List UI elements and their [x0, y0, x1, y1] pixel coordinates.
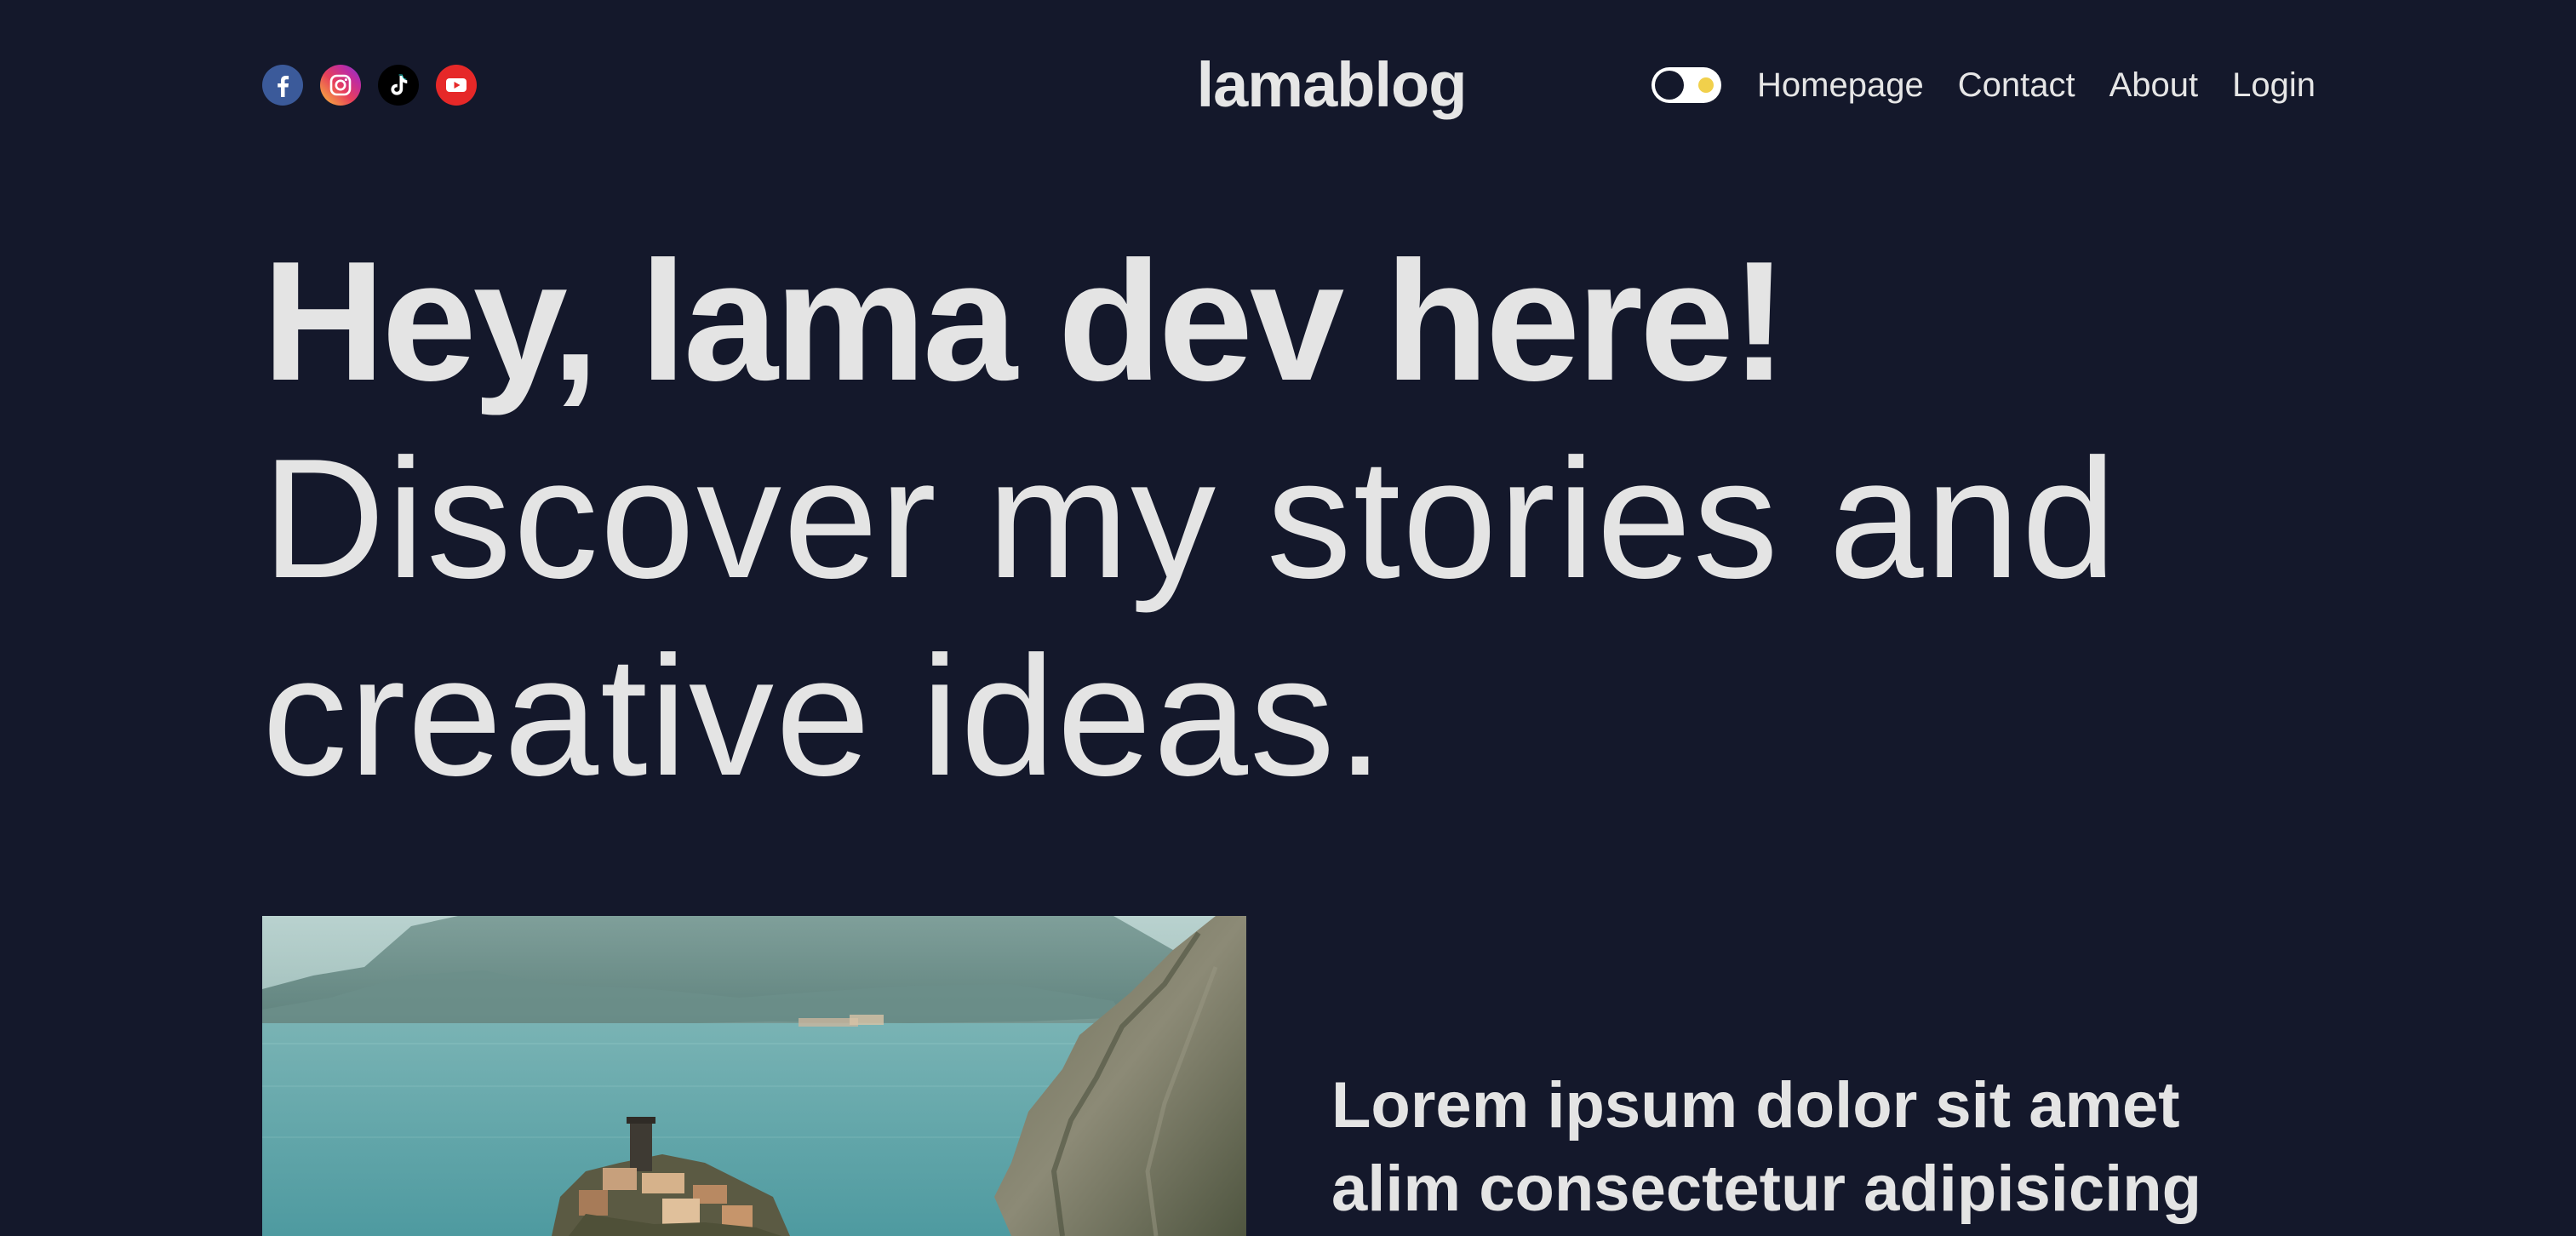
- hero-subline: Discover my stories and creative ideas.: [262, 424, 2118, 811]
- instagram-icon[interactable]: [320, 65, 361, 106]
- theme-toggle-icon[interactable]: [1652, 67, 1722, 103]
- featured-image[interactable]: [262, 916, 1246, 1236]
- youtube-icon[interactable]: [436, 65, 477, 106]
- facebook-icon[interactable]: [262, 65, 303, 106]
- social-links: [262, 65, 477, 106]
- nav-link-homepage[interactable]: Homepage: [1757, 66, 1924, 105]
- site-logo[interactable]: lamablog: [1144, 48, 1519, 123]
- hero-section: Hey, lama dev here! Discover my stories …: [262, 223, 2316, 815]
- navbar: lamablog Homepage Contact About Login: [262, 48, 2316, 123]
- hero-headline: Hey, lama dev here!: [262, 226, 1788, 416]
- featured-post: Lorem ipsum dolor sit amet alim consecte…: [262, 916, 2316, 1236]
- nav-link-about[interactable]: About: [2109, 66, 2199, 105]
- featured-title[interactable]: Lorem ipsum dolor sit amet alim consecte…: [1331, 1064, 2316, 1231]
- sun-icon: [1698, 77, 1714, 93]
- featured-text: Lorem ipsum dolor sit amet alim consecte…: [1331, 1064, 2316, 1231]
- nav-link-login[interactable]: Login: [2232, 66, 2316, 105]
- hero-heading: Hey, lama dev here! Discover my stories …: [262, 223, 2316, 815]
- main-nav: Homepage Contact About Login: [1652, 48, 2316, 123]
- nav-link-contact[interactable]: Contact: [1958, 66, 2075, 105]
- tiktok-icon[interactable]: [378, 65, 419, 106]
- toggle-knob: [1655, 71, 1685, 100]
